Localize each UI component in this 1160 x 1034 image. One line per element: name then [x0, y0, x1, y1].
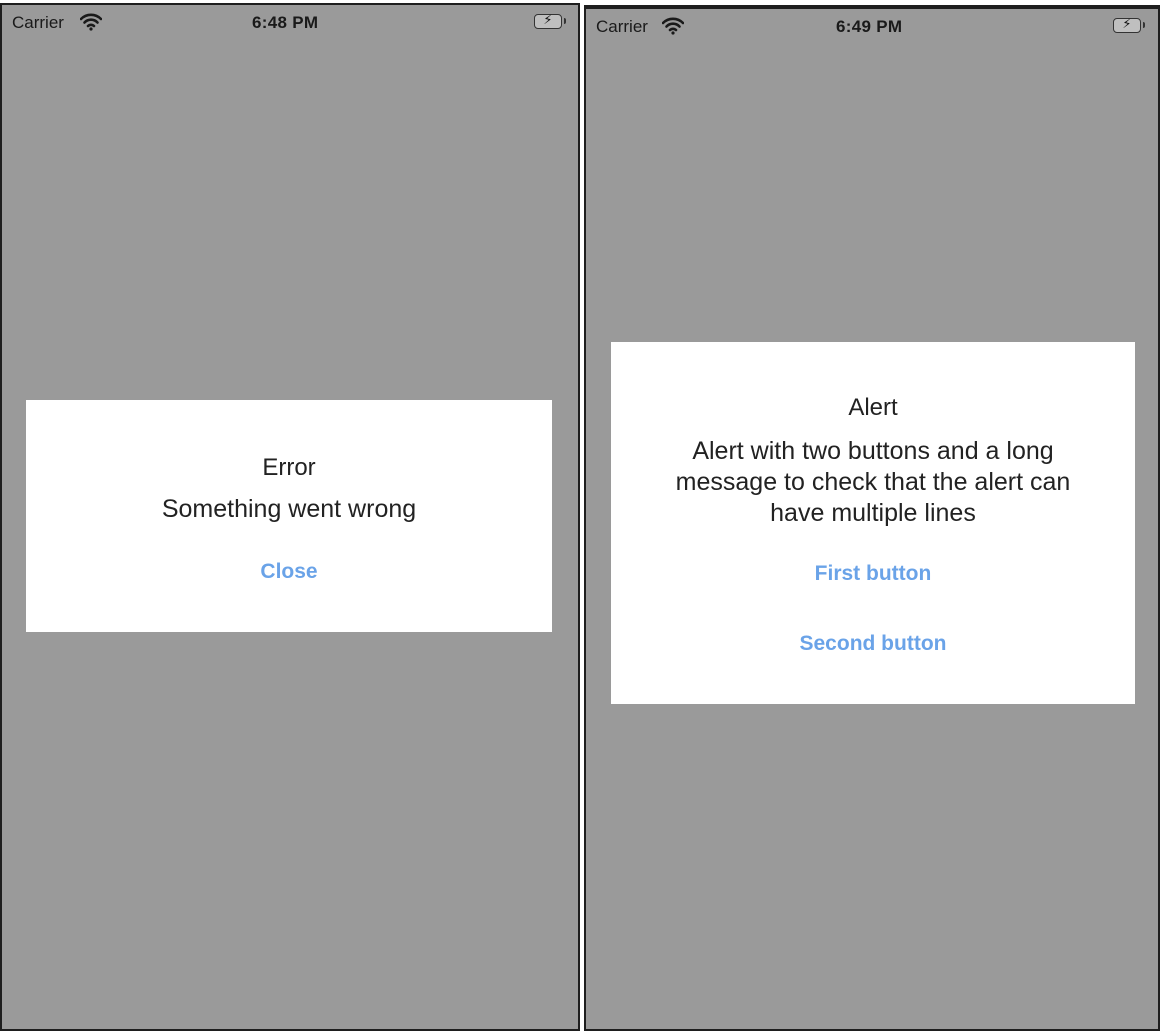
phone-screen-left: Carrier 6:48 PM ⚡ Error Something went w… — [0, 3, 580, 1031]
status-time: 6:48 PM — [252, 13, 319, 32]
alert-title: Alert — [848, 394, 898, 421]
status-bar: Carrier 6:48 PM ⚡ — [2, 5, 578, 41]
alert-dialog: Error Something went wrong Close — [26, 400, 552, 632]
alert-message: Something went wrong — [161, 495, 417, 523]
wifi-icon — [79, 13, 103, 31]
second-button[interactable]: Second button — [611, 632, 1135, 656]
carrier-label: Carrier — [12, 13, 64, 32]
alert-message: Alert with two buttons and a long messag… — [675, 437, 1071, 527]
first-button[interactable]: First button — [611, 562, 1135, 586]
status-time: 6:49 PM — [836, 17, 903, 36]
wifi-icon — [661, 17, 685, 35]
close-button[interactable]: Close — [26, 560, 552, 584]
status-bar: Carrier 6:49 PM ⚡ — [586, 9, 1158, 45]
carrier-label: Carrier — [596, 17, 648, 36]
phone-screen-right: Carrier 6:49 PM ⚡ Alert Alert with two b… — [584, 5, 1160, 1031]
battery-charging-icon: ⚡ — [534, 12, 566, 29]
battery-charging-icon: ⚡ — [1113, 16, 1145, 33]
alert-dialog: Alert Alert with two buttons and a long … — [611, 342, 1135, 704]
alert-title: Error — [262, 454, 316, 481]
